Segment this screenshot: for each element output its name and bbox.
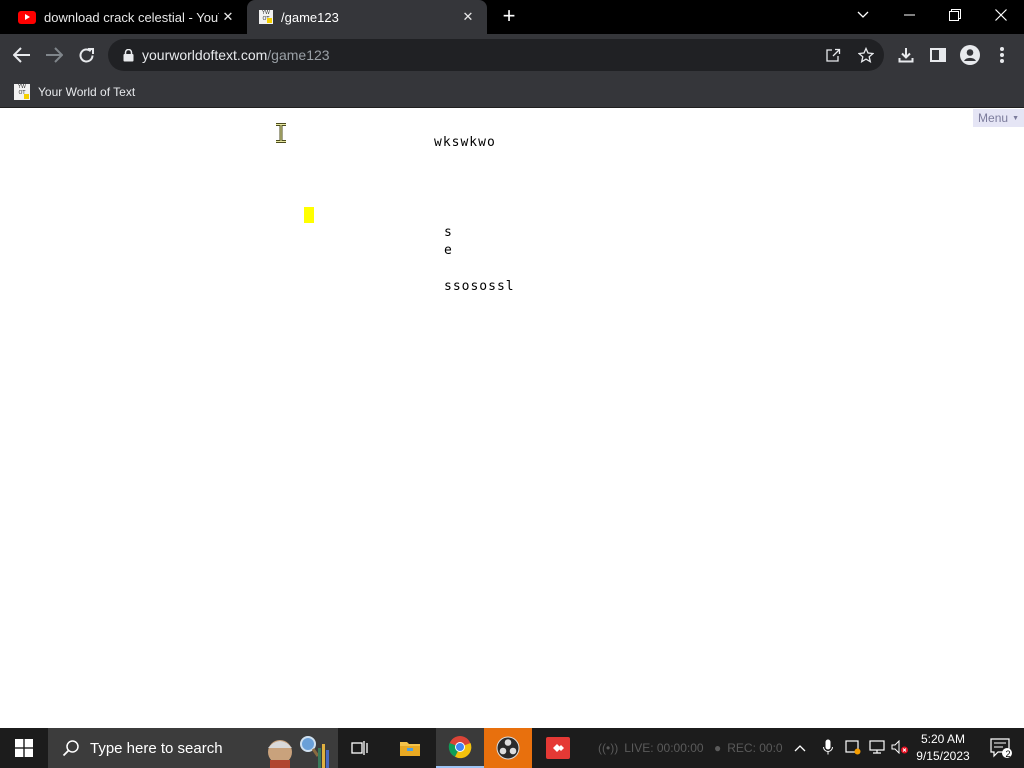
address-bar[interactable]: yourworldoftext.com/game123 (108, 39, 884, 71)
ywot-favicon-icon: YW OT (259, 10, 273, 24)
tab-youtube[interactable]: download crack celestial - YouTube ✕ (0, 0, 247, 34)
forward-button[interactable] (42, 43, 66, 67)
url-text: yourworldoftext.com/game123 (142, 47, 330, 63)
taskbar-search-box[interactable]: Type here to search (48, 728, 338, 768)
system-clock[interactable]: 5:20 AM 9/15/2023 (908, 731, 978, 765)
file-explorer-button[interactable] (386, 728, 434, 768)
notification-center-button[interactable]: 2 (988, 736, 1014, 760)
chrome-taskbar-button[interactable] (436, 728, 484, 768)
restore-button[interactable] (932, 0, 978, 30)
folder-icon (400, 742, 420, 756)
chevron-up-icon[interactable] (791, 741, 809, 755)
browser-toolbar: yourworldoftext.com/game123 (0, 34, 1024, 76)
obs-taskbar-button[interactable] (484, 728, 532, 768)
close-icon[interactable]: ✕ (219, 8, 237, 26)
device-status-icon[interactable] (841, 739, 865, 758)
task-view-button[interactable] (336, 728, 384, 768)
red-app-icon (546, 737, 570, 759)
search-highlight-illustration-icon (268, 736, 329, 768)
ywot-menu-button[interactable]: Menu ▼ (973, 109, 1024, 127)
minimize-button[interactable] (886, 0, 932, 30)
record-dot-icon: ● (714, 741, 722, 755)
clock-time: 5:20 AM (920, 732, 966, 746)
tab-title: download crack celestial - YouTube (44, 9, 219, 25)
share-icon[interactable] (823, 45, 843, 65)
obs-rec-status: ● REC: 00:0 (714, 728, 783, 768)
tab-game123[interactable]: YW OT /game123 ✕ (247, 0, 487, 34)
text-cursor-icon (276, 123, 286, 143)
bookmark-your-world-of-text[interactable]: YW OT Your World of Text (14, 82, 135, 102)
youtube-icon (18, 10, 36, 24)
system-tray (791, 728, 911, 768)
reload-button[interactable] (74, 43, 98, 67)
cursor-highlight (304, 207, 314, 223)
lock-icon[interactable] (121, 48, 135, 62)
back-button[interactable] (10, 43, 34, 67)
bookmark-star-icon[interactable] (856, 45, 876, 65)
tab-search-icon[interactable] (840, 0, 886, 30)
world-text-line: s (444, 225, 453, 240)
bookmarks-bar: YW OT Your World of Text (0, 76, 1024, 108)
download-icon[interactable] (894, 43, 918, 67)
close-window-button[interactable] (978, 0, 1024, 30)
side-panel-icon[interactable] (926, 43, 950, 67)
tab-strip: download crack celestial - YouTube ✕ YWO… (0, 0, 1024, 34)
obs-icon (496, 736, 520, 760)
search-icon (62, 740, 79, 757)
windows-logo-icon (15, 739, 33, 757)
broadcast-icon: ((•)) (598, 741, 619, 755)
close-icon[interactable]: ✕ (459, 8, 477, 26)
world-text-line: ssosossl (444, 279, 515, 294)
start-button[interactable] (0, 728, 48, 768)
menu-label: Menu (978, 111, 1009, 125)
new-tab-button[interactable]: + (497, 5, 521, 28)
tab-title: /game123 (281, 9, 339, 25)
world-text-line: wkswkwo (434, 135, 496, 150)
more-menu-icon[interactable] (990, 43, 1014, 67)
windows-taskbar: Type here to search ((•)) LIVE: 00:00:00 (0, 728, 1024, 768)
microphone-icon[interactable] (815, 739, 841, 758)
obs-rec-text: REC: 00:0 (727, 741, 783, 755)
chevron-down-icon: ▼ (1012, 114, 1019, 122)
profile-avatar-icon[interactable] (958, 43, 982, 67)
obs-live-status: ((•)) LIVE: 00:00:00 (598, 728, 704, 768)
chrome-icon (448, 736, 472, 759)
search-placeholder: Type here to search (90, 739, 223, 757)
obs-live-text: LIVE: 00:00:00 (624, 741, 704, 755)
notification-count: 2 (1005, 749, 1011, 759)
task-view-icon (351, 741, 368, 755)
ywot-world-canvas[interactable]: Menu ▼ wkswkwo s e ssosossl (0, 109, 1024, 728)
network-icon[interactable] (865, 739, 889, 757)
app-taskbar-button[interactable] (534, 728, 582, 768)
bookmark-label: Your World of Text (38, 85, 136, 99)
world-text-line: e (444, 243, 453, 258)
ywot-favicon-icon: YW OT (14, 84, 30, 100)
clock-date: 9/15/2023 (916, 749, 970, 763)
